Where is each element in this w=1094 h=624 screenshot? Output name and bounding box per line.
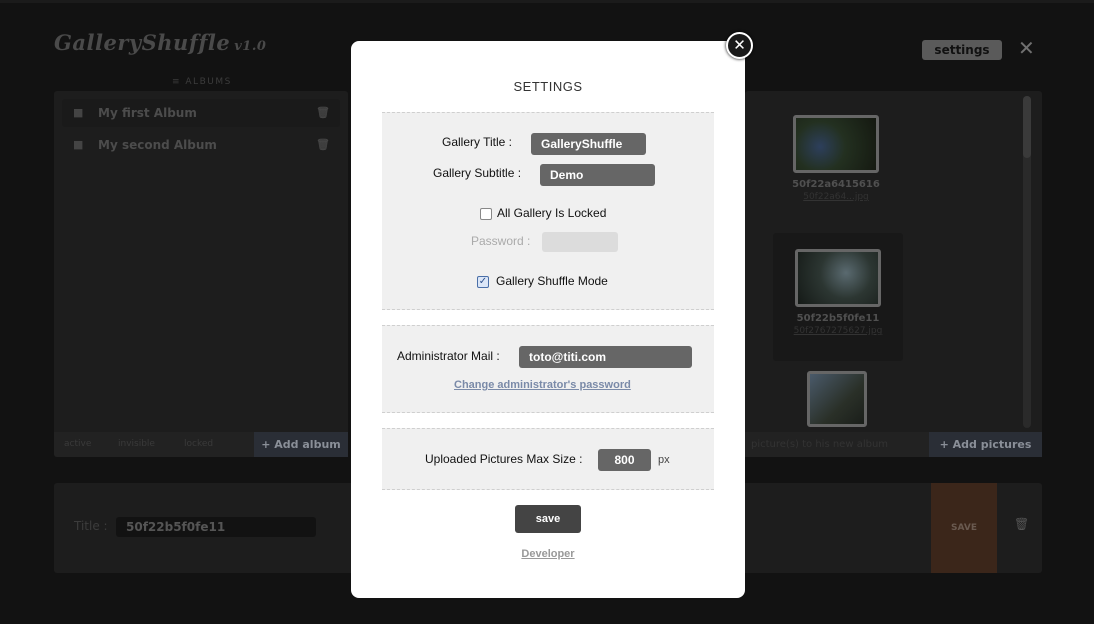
gallery-settings-section: Gallery Title : GalleryShuffle Gallery S… [382,112,714,310]
picture-thumbnail[interactable] [807,371,867,427]
app-version: v1.0 [234,39,267,54]
gallery-title-label: Gallery Title : [442,135,513,149]
legend-active: active [64,439,92,449]
picture-thumbnail[interactable] [793,115,879,173]
settings-button[interactable]: settings [922,40,1002,60]
title-label: Title : [74,519,108,533]
picture-file-link[interactable]: 50f2767275627.jpg [773,326,903,336]
album-item[interactable]: ■ My second Album 🗑 [62,131,340,159]
admin-mail-input[interactable]: toto@titi.com [519,346,692,368]
password-label: Password : [471,234,531,248]
max-size-unit: px [658,454,670,466]
top-divider [0,0,1094,3]
trash-icon[interactable]: 🗑 [316,99,330,127]
title-input[interactable]: 50f22b5f0fe11 [116,517,316,537]
app-logo: GalleryShuffle v1.0 [54,30,266,55]
settings-modal: SETTINGS Gallery Title : GalleryShuffle … [351,41,745,598]
all-locked-label: All Gallery Is Locked [497,206,607,220]
change-password-link[interactable]: Change administrator's password [454,379,631,391]
gallery-subtitle-label: Gallery Subtitle : [433,166,522,180]
trash-icon[interactable]: 🗑 [1014,517,1029,531]
trash-icon[interactable]: 🗑 [316,131,330,159]
add-album-button[interactable]: + Add album [254,432,348,457]
album-label: My first Album [98,106,197,120]
shuffle-mode-checkbox[interactable]: ✓ [477,276,489,288]
pictures-hint: picture(s) to his new album [751,439,889,450]
max-size-input[interactable]: 800 [598,449,651,471]
albums-section-label: ≡ ALBUMS [172,77,232,87]
gallery-subtitle-input[interactable]: Demo [540,164,655,186]
shuffle-mode-label: Gallery Shuffle Mode [496,274,608,288]
picture-thumbnail[interactable] [795,249,881,307]
close-icon[interactable]: ✕ [1018,36,1035,60]
picture-name: 50f22a6415616 [792,179,880,190]
developer-link[interactable]: Developer [351,548,745,560]
upload-settings-section: Uploaded Pictures Max Size : 800 px [382,428,714,490]
all-locked-checkbox[interactable] [480,208,492,220]
editor-save-button[interactable]: SAVE [931,483,997,573]
locked-folder-icon: ■ [73,138,84,151]
save-button[interactable]: save [515,505,581,533]
pictures-scrollbar[interactable] [1023,96,1031,428]
close-icon[interactable]: ✕ [726,32,753,59]
albums-panel: ■ My first Album 🗑 ■ My second Album 🗑 [54,91,348,457]
album-label: My second Album [98,138,217,152]
admin-settings-section: Administrator Mail : toto@titi.com Chang… [382,325,714,413]
modal-title: SETTINGS [513,79,583,94]
legend-locked: locked [184,439,214,449]
add-pictures-button[interactable]: + Add pictures [929,432,1042,457]
album-item[interactable]: ■ My first Album 🗑 [62,99,340,127]
max-size-label: Uploaded Pictures Max Size : [425,452,583,466]
picture-card[interactable]: 50f22a6415616 50f22a64...jpg [788,115,884,202]
password-input[interactable] [542,232,618,252]
admin-mail-label: Administrator Mail : [397,349,500,363]
picture-card[interactable] [804,371,870,427]
albums-footer: active invisible locked + Add album [54,432,348,457]
legend-invisible: invisible [118,439,155,449]
folder-icon: ■ [73,106,84,119]
scrollbar-thumb[interactable] [1023,96,1031,158]
picture-file-link[interactable]: 50f22a64...jpg [788,192,884,202]
gallery-title-input[interactable]: GalleryShuffle [531,133,646,155]
pictures-footer: picture(s) to his new album + Add pictur… [745,432,1042,457]
logo-text: GalleryShuffle [54,30,231,55]
pictures-panel: 50f22a6415616 50f22a64...jpg 50f22b5f0fe… [745,91,1042,457]
picture-name: 50f22b5f0fe11 [796,313,880,324]
picture-card-selected[interactable]: 50f22b5f0fe11 50f2767275627.jpg [773,233,903,361]
